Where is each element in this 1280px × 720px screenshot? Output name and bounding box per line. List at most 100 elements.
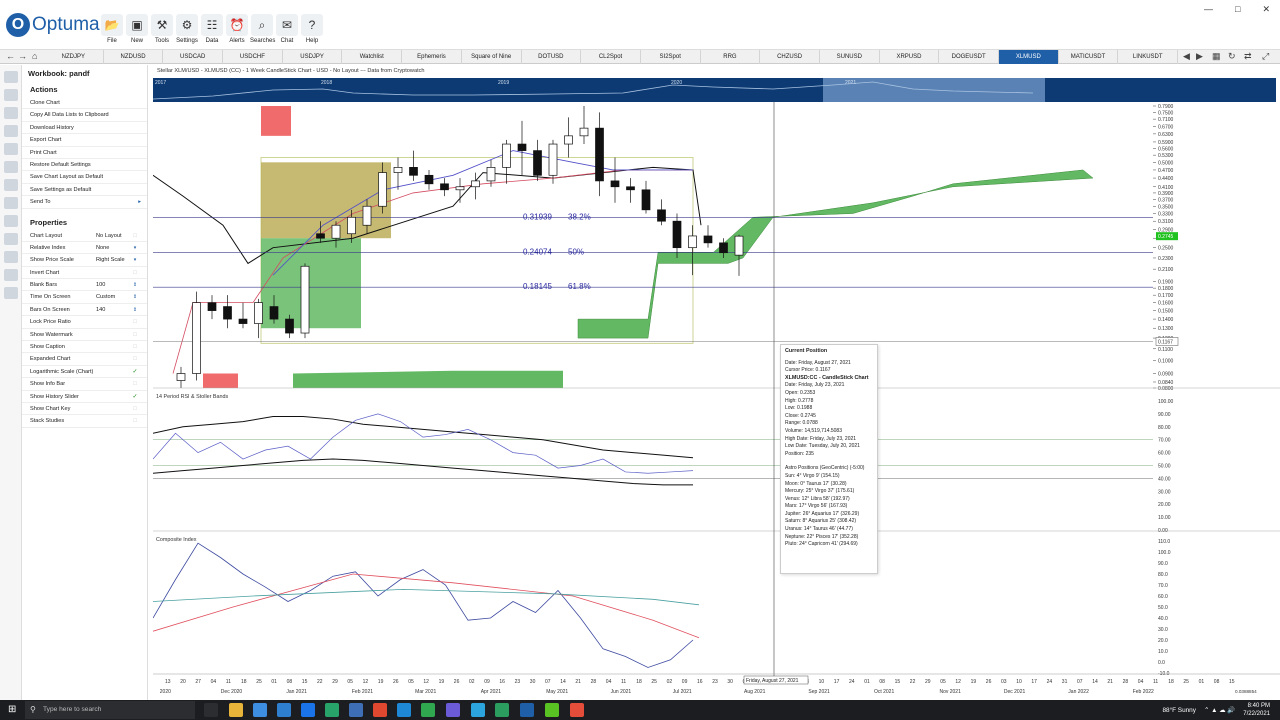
checkbox-icon[interactable]: □ xyxy=(131,316,139,327)
whatsapp-icon[interactable] xyxy=(495,703,509,717)
tab-usdjpy[interactable]: USDJPY xyxy=(283,50,343,64)
checkbox-checked-icon[interactable]: ✓ xyxy=(131,366,139,377)
candlestick[interactable] xyxy=(502,139,511,184)
ribbon-button-chat[interactable]: ✉ Chat xyxy=(275,14,299,44)
candlestick[interactable] xyxy=(176,366,186,388)
candlestick[interactable] xyxy=(207,295,217,320)
property-value[interactable]: 100 xyxy=(96,279,131,290)
property-time-on-screen[interactable]: Time On Screen Custom ⇕ xyxy=(22,291,147,304)
candlestick[interactable] xyxy=(533,139,542,181)
candlestick[interactable] xyxy=(192,291,201,381)
candlestick[interactable] xyxy=(688,225,697,276)
action-clone-chart[interactable]: Clone Chart xyxy=(22,97,147,110)
mail-icon[interactable] xyxy=(277,703,291,717)
open-icon[interactable] xyxy=(3,89,18,101)
save-icon[interactable] xyxy=(3,107,18,119)
property-relative-index[interactable]: Relative Index None ▾ xyxy=(22,242,147,255)
tab-xrpusd[interactable]: XRPUSD xyxy=(880,50,940,64)
candlestick[interactable] xyxy=(440,178,449,197)
maximize-icon[interactable]: □ xyxy=(1235,4,1240,15)
chrome-icon[interactable] xyxy=(421,703,435,717)
action-export-chart[interactable]: Export Chart xyxy=(22,134,147,147)
draw-tool-icon[interactable] xyxy=(3,179,18,191)
clock[interactable]: 8:40 PM 7/22/2021 xyxy=(1243,702,1270,718)
edge-icon[interactable] xyxy=(397,703,411,717)
checkbox-icon[interactable]: □ xyxy=(131,341,139,352)
tab-nzdusd[interactable]: NZDUSD xyxy=(104,50,164,64)
telegram-icon[interactable] xyxy=(471,703,485,717)
tab-chzusd[interactable]: CHZUSD xyxy=(760,50,820,64)
ribbon-button-new[interactable]: ▣ New xyxy=(125,14,149,44)
home-icon[interactable]: ⌂ xyxy=(32,51,37,61)
property-blank-bars[interactable]: Blank Bars 100 ⇕ xyxy=(22,279,147,292)
property-value[interactable] xyxy=(96,353,131,364)
word-icon[interactable] xyxy=(301,703,315,717)
recorder-icon[interactable] xyxy=(570,703,584,717)
property-show-watermark[interactable]: Show Watermark □ xyxy=(22,329,147,342)
tab-list-icon[interactable]: ▦ xyxy=(1212,51,1221,62)
ribbon-button-file[interactable]: 📂 File xyxy=(100,14,124,44)
checkbox-icon[interactable]: □ xyxy=(131,415,139,426)
astro-icon[interactable] xyxy=(3,251,18,263)
candlestick[interactable] xyxy=(734,234,744,276)
candlestick[interactable] xyxy=(641,180,651,214)
tab-dogeusdt[interactable]: DOGEUSDT xyxy=(939,50,999,64)
candlestick[interactable] xyxy=(223,295,232,329)
tab-prev-icon[interactable]: ◀ xyxy=(1183,51,1190,62)
property-value[interactable]: 140 xyxy=(96,304,131,315)
close-icon[interactable]: ✕ xyxy=(1262,4,1270,15)
ribbon-button-help[interactable]: ? Help xyxy=(300,14,324,44)
property-bars-on-screen[interactable]: Bars On Screen 140 ⇕ xyxy=(22,304,147,317)
property-show-info-bar[interactable]: Show Info Bar □ xyxy=(22,378,147,391)
property-value[interactable] xyxy=(96,366,131,377)
checklist-icon[interactable] xyxy=(3,287,18,299)
action-print-chart[interactable]: Print Chart xyxy=(22,147,147,159)
tab-next-icon[interactable]: ▶ xyxy=(1196,51,1203,62)
ribbon-button-tools[interactable]: ⚒ Tools xyxy=(150,14,174,44)
tab-rrg[interactable]: RRG xyxy=(701,50,761,64)
candlestick[interactable] xyxy=(393,157,403,190)
checkbox-checked-icon[interactable]: ✓ xyxy=(131,391,139,402)
property-value[interactable] xyxy=(96,267,131,278)
property-show-caption[interactable]: Show Caption □ xyxy=(22,341,147,354)
sync-icon[interactable]: ⇄ xyxy=(1244,51,1252,62)
tab-xlmusd[interactable]: XLMUSD xyxy=(999,50,1059,64)
action-save-settings-as-default[interactable]: Save Settings as Default xyxy=(22,184,147,197)
ribbon-button-alerts[interactable]: ⏰ Alerts xyxy=(225,14,249,44)
tab-square-of-nine[interactable]: Square of Nine xyxy=(462,50,522,64)
refresh-icon[interactable]: ↻ xyxy=(1228,51,1236,62)
candlestick[interactable] xyxy=(657,199,666,226)
property-value[interactable] xyxy=(96,329,131,340)
property-value[interactable]: No Layout xyxy=(96,230,131,241)
tab-watchlist[interactable]: Watchlist xyxy=(342,50,403,64)
chevron-down-icon[interactable]: ▾ xyxy=(131,254,139,265)
property-show-history-slider[interactable]: Show History Slider ✓ xyxy=(22,391,147,403)
chevron-down-icon[interactable]: ▾ xyxy=(131,242,139,253)
brave-icon[interactable] xyxy=(373,703,387,717)
property-value[interactable] xyxy=(96,403,131,414)
property-chart-layout[interactable]: Chart Layout No Layout □ xyxy=(22,230,147,242)
candlestick[interactable] xyxy=(564,117,573,158)
forward-arrow-icon[interactable]: → xyxy=(18,51,27,61)
property-logarithmic-scale-chart-[interactable]: Logarithmic Scale (Chart) ✓ xyxy=(22,366,147,379)
candlestick[interactable] xyxy=(455,178,465,203)
task-view-icon[interactable] xyxy=(204,703,218,717)
property-show-price-scale[interactable]: Show Price Scale Right Scale ▾ xyxy=(22,254,147,267)
file-explorer-icon[interactable] xyxy=(229,703,243,717)
scanner-icon[interactable] xyxy=(3,269,18,281)
tray-icons[interactable]: ⌃ ▲ ☁ 🔊 xyxy=(1204,706,1235,714)
candlestick[interactable] xyxy=(517,120,527,176)
checkbox-icon[interactable]: □ xyxy=(131,378,139,389)
candlestick[interactable] xyxy=(548,139,558,184)
tab-ephemeris[interactable]: Ephemeris xyxy=(402,50,462,64)
property-value[interactable] xyxy=(96,391,131,402)
property-show-chart-key[interactable]: Show Chart Key □ xyxy=(22,403,147,416)
candlestick[interactable] xyxy=(672,213,682,258)
checkbox-icon[interactable]: □ xyxy=(131,267,139,278)
spinner-icon[interactable]: ⇕ xyxy=(131,279,139,290)
action-send-to[interactable]: Send To ▸ xyxy=(22,196,147,209)
property-value[interactable] xyxy=(96,415,131,426)
property-value[interactable]: Right Scale xyxy=(96,254,131,265)
back-arrow-icon[interactable]: ← xyxy=(6,51,15,61)
action-restore-default-settings[interactable]: Restore Default Settings xyxy=(22,159,147,172)
